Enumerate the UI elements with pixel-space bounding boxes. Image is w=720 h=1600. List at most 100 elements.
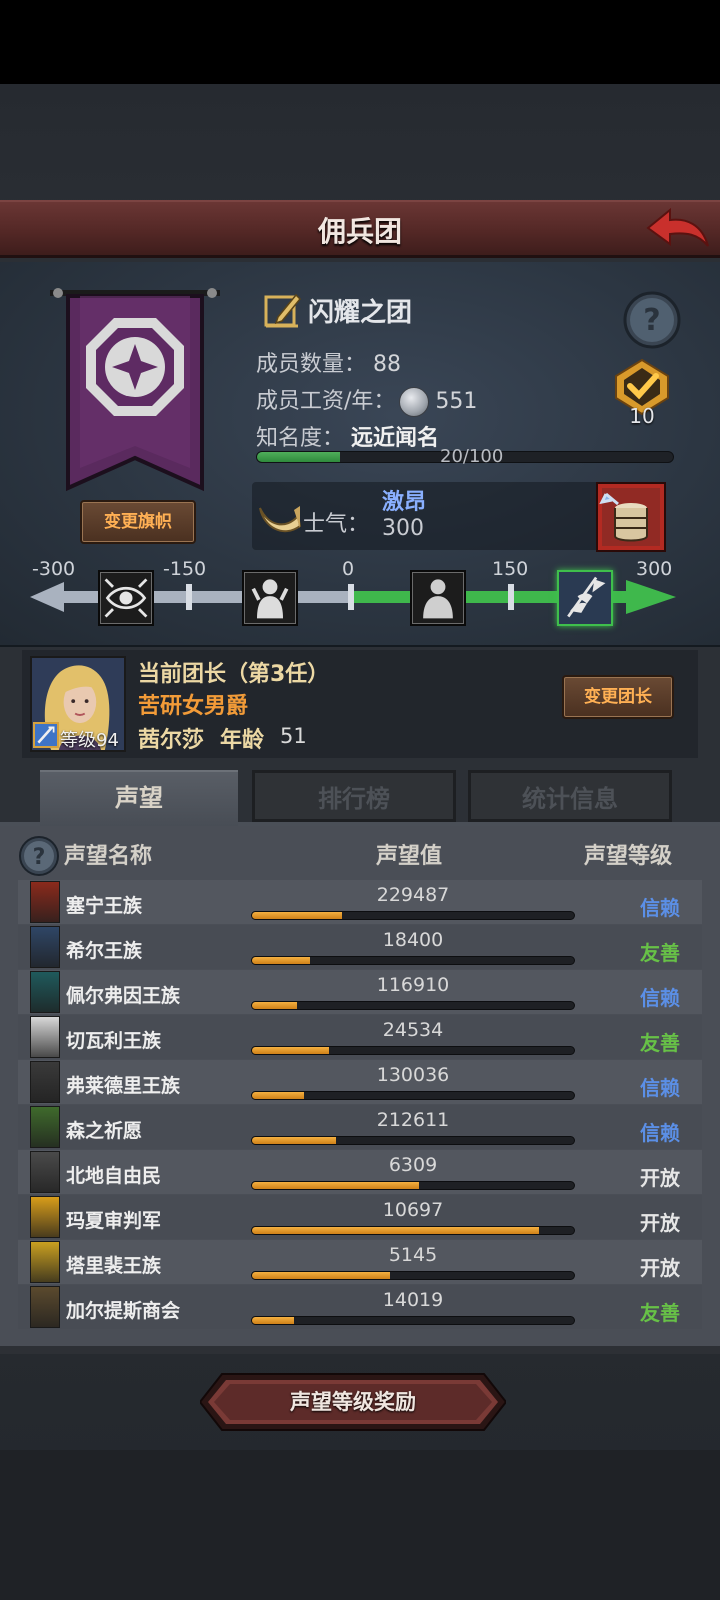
faction-crest-icon [30, 1151, 60, 1193]
reputation-level: 友善 [640, 1031, 680, 1055]
reputation-progress-bar [251, 1136, 575, 1145]
reputation-progress-fill [252, 1182, 420, 1189]
scale-label-min: -300 [32, 558, 76, 580]
members-row: 成员数量： 88 [256, 346, 401, 378]
leader-age: 51 [280, 724, 307, 748]
faction-crest-icon [30, 1016, 60, 1058]
troop-banner-flag [50, 288, 220, 492]
supply-barrel-icon[interactable] [596, 482, 666, 552]
change-flag-button[interactable]: 变更旗帜 [80, 500, 196, 544]
faction-crest-icon [30, 971, 60, 1013]
morale-label: 士气： [303, 512, 370, 537]
reputation-level: 信赖 [640, 1121, 680, 1145]
faction-name: 森之祈愿 [66, 1120, 143, 1142]
faction-crest-icon [30, 1241, 60, 1283]
scale-label-max: 300 [636, 558, 673, 580]
reputation-level: 开放 [640, 1256, 680, 1280]
reputation-progress-bar [251, 1001, 575, 1010]
page-title: 佣兵团 [317, 215, 402, 248]
faction-name: 佩尔弗因王族 [66, 985, 181, 1007]
faction-crest-icon [30, 1061, 60, 1103]
medal-count: 10 [629, 404, 655, 428]
leader-rank: 苦研女男爵 [138, 694, 249, 719]
reputation-value: 18400 [382, 929, 444, 951]
reputation-progress-fill [252, 1317, 294, 1324]
reputation-reward-label: 声望等级奖励 [290, 1390, 416, 1414]
fame-progress-text: 20/100 [440, 446, 504, 467]
morale-stage-despair-icon[interactable] [98, 570, 154, 626]
faction-crest-icon [30, 1196, 60, 1238]
reputation-progress-fill [252, 1227, 539, 1234]
faction-name: 希尔王族 [66, 940, 143, 962]
faction-name: 切瓦利王族 [66, 1030, 162, 1052]
faction-crest-icon [30, 926, 60, 968]
reputation-progress-bar [251, 1271, 575, 1280]
reputation-value: 5145 [388, 1244, 438, 1266]
fame-value: 远近闻名 [351, 426, 440, 451]
reputation-progress-fill [252, 1092, 304, 1099]
salary-row: 成员工资/年： 551 [256, 383, 477, 417]
faction-crest-icon [30, 1286, 60, 1328]
silver-coin-icon [399, 387, 430, 417]
weapon-class-icon [33, 722, 59, 748]
reputation-value: 10697 [382, 1199, 444, 1221]
col-header-value: 声望值 [376, 844, 443, 869]
leader-age-label: 年龄 [220, 728, 265, 753]
tab-reputation[interactable]: 声望 [40, 770, 238, 826]
faction-name: 北地自由民 [66, 1165, 162, 1187]
reputation-progress-bar [251, 911, 575, 920]
reputation-value: 229487 [376, 884, 450, 906]
war-horn-icon [259, 506, 302, 533]
reputation-progress-bar [251, 1181, 575, 1190]
list-bottom-border [0, 1346, 720, 1354]
troop-name-row: 闪耀之团 [264, 290, 412, 330]
salary-label: 成员工资/年： [256, 389, 396, 414]
reputation-value: 14019 [382, 1289, 444, 1311]
reputation-level: 开放 [640, 1211, 680, 1235]
salary-value: 551 [435, 389, 478, 414]
troop-name: 闪耀之团 [308, 297, 413, 328]
reputation-value: 212611 [376, 1109, 450, 1131]
reputation-level: 友善 [640, 941, 680, 965]
morale-stage-calm-icon[interactable] [410, 570, 466, 626]
leader-level: 等级94 [60, 730, 119, 751]
morale-stage-excited-icon[interactable] [557, 570, 613, 626]
fame-progress-fill [257, 452, 341, 462]
reputation-level: 信赖 [640, 896, 680, 920]
svg-text:?: ? [643, 303, 660, 338]
members-count: 88 [373, 352, 402, 377]
morale-stage-fear-icon[interactable] [242, 570, 298, 626]
reputation-progress-bar [251, 1091, 575, 1100]
faction-name: 塞宁王族 [66, 895, 143, 917]
back-arrow-icon[interactable] [646, 206, 710, 252]
svg-text:?: ? [33, 845, 46, 870]
faction-crest-icon [30, 881, 60, 923]
tab-ranking[interactable]: 排行榜 [252, 770, 456, 822]
change-leader-button[interactable]: 变更团长 [562, 675, 674, 719]
faction-name: 塔里裴王族 [66, 1255, 162, 1277]
fame-row: 知名度： 远近闻名 [256, 420, 439, 452]
reputation-level: 信赖 [640, 1076, 680, 1100]
edit-name-icon[interactable] [264, 291, 302, 329]
reputation-progress-bar [251, 1226, 575, 1235]
reputation-progress-fill [252, 1047, 330, 1054]
tab-statistics[interactable]: 统计信息 [468, 770, 672, 822]
scale-label-zero: 0 [342, 558, 355, 580]
help-icon[interactable]: ? [622, 290, 682, 350]
faction-name: 玛夏审判军 [66, 1210, 162, 1232]
reputation-progress-bar [251, 1316, 575, 1325]
reputation-value: 6309 [388, 1154, 438, 1176]
reputation-level: 信赖 [640, 986, 680, 1010]
morale-value: 300 [382, 516, 424, 541]
help-icon-small[interactable]: ? [18, 835, 60, 877]
fame-label: 知名度： [256, 426, 345, 451]
col-header-name: 声望名称 [64, 844, 153, 869]
scale-label-low: -150 [163, 558, 207, 580]
leader-name: 茜尔莎 [138, 728, 205, 753]
bottom-area [0, 1450, 720, 1600]
reputation-value: 130036 [376, 1064, 450, 1086]
faction-name: 弗莱德里王族 [66, 1075, 181, 1097]
leader-title: 当前团长（第3任） [138, 662, 330, 687]
reputation-progress-fill [252, 957, 310, 964]
reputation-value: 24534 [382, 1019, 444, 1041]
